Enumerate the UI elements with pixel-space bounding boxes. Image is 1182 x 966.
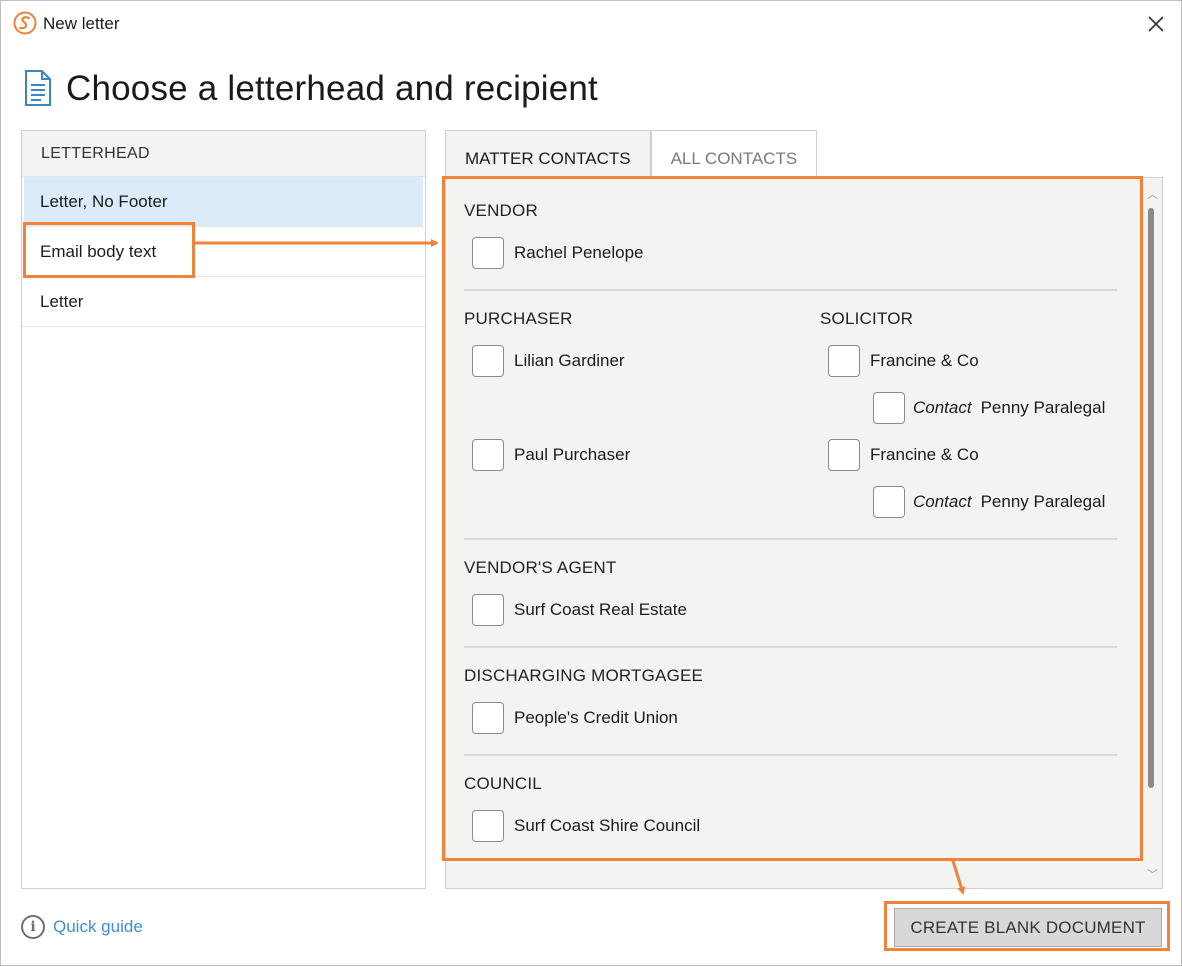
- contact-peoples-credit-union[interactable]: People's Credit Union: [472, 702, 678, 734]
- scroll-down-icon[interactable]: ﹀: [1147, 866, 1158, 882]
- checkbox[interactable]: [828, 345, 860, 377]
- divider: [464, 646, 1117, 648]
- contact-name: Surf Coast Shire Council: [514, 816, 701, 835]
- section-title-discharging-mortgagee: DISCHARGING MORTGAGEE: [464, 666, 704, 685]
- close-button[interactable]: [1141, 9, 1171, 39]
- divider: [464, 538, 1117, 540]
- checkbox[interactable]: [472, 702, 504, 734]
- letterhead-item-email-body-text[interactable]: Email body text: [22, 227, 425, 277]
- contact-label: Contact: [913, 398, 972, 417]
- letterhead-panel: LETTERHEAD Letter, No Footer Email body …: [21, 130, 426, 889]
- contact-name: Francine & Co: [870, 351, 979, 370]
- letterhead-item-letter-no-footer[interactable]: Letter, No Footer: [24, 177, 423, 227]
- section-title-solicitor: SOLICITOR: [820, 309, 914, 328]
- letterhead-item-letter[interactable]: Letter: [22, 277, 425, 327]
- app-logo-icon: [13, 11, 37, 35]
- contact-paul-purchaser[interactable]: Paul Purchaser: [472, 439, 630, 471]
- contact-rachel-penelope[interactable]: Rachel Penelope: [472, 237, 643, 269]
- contact-lilian-gardiner[interactable]: Lilian Gardiner: [472, 345, 625, 377]
- checkbox[interactable]: [472, 237, 504, 269]
- scroll-up-icon[interactable]: ︿: [1147, 186, 1158, 202]
- contact-name: Lilian Gardiner: [514, 351, 625, 370]
- title-bar: New letter: [1, 1, 1181, 47]
- contact-name: Rachel Penelope: [514, 243, 644, 262]
- section-title-vendor: VENDOR: [464, 201, 538, 220]
- new-letter-dialog: New letter Choose a letterhead and recip…: [0, 0, 1182, 966]
- document-icon: [25, 70, 51, 106]
- page-title: Choose a letterhead and recipient: [66, 69, 598, 108]
- contact-label: Contact: [913, 492, 972, 511]
- matter-contacts-panel: ︿ ﹀: [445, 177, 1163, 889]
- contact-penny-paralegal[interactable]: Contact Penny Paralegal: [873, 392, 1105, 424]
- contact-surf-coast-real-estate[interactable]: Surf Coast Real Estate: [472, 594, 687, 626]
- checkbox[interactable]: [873, 392, 905, 424]
- contact-penny-paralegal[interactable]: Contact Penny Paralegal: [873, 486, 1105, 518]
- letterhead-header: LETTERHEAD: [22, 131, 425, 177]
- section-title-purchaser: PURCHASER: [464, 309, 573, 328]
- contact-francine-co[interactable]: Francine & Co: [828, 439, 979, 471]
- quick-guide-link[interactable]: i Quick guide: [21, 915, 143, 939]
- section-title-council: COUNCIL: [464, 774, 542, 793]
- contact-name: Francine & Co: [870, 445, 979, 464]
- window-title: New letter: [43, 14, 120, 33]
- create-blank-document-button[interactable]: CREATE BLANK DOCUMENT: [894, 908, 1162, 947]
- contact-tabs: MATTER CONTACTS ALL CONTACTS: [445, 130, 818, 178]
- checkbox[interactable]: [873, 486, 905, 518]
- section-title-vendors-agent: VENDOR'S AGENT: [464, 558, 617, 577]
- scrollbar-thumb[interactable]: [1148, 208, 1154, 788]
- checkbox[interactable]: [472, 810, 504, 842]
- divider: [464, 289, 1117, 291]
- info-icon: i: [21, 915, 45, 939]
- contact-francine-co[interactable]: Francine & Co: [828, 345, 979, 377]
- tab-all-contacts[interactable]: ALL CONTACTS: [650, 130, 818, 178]
- checkbox[interactable]: [472, 439, 504, 471]
- checkbox[interactable]: [828, 439, 860, 471]
- contact-name: Surf Coast Real Estate: [514, 600, 687, 619]
- contact-surf-coast-shire-council[interactable]: Surf Coast Shire Council: [472, 810, 700, 842]
- contact-name: People's Credit Union: [514, 708, 678, 727]
- contact-name: Penny Paralegal: [980, 398, 1106, 417]
- contact-name: Paul Purchaser: [514, 445, 631, 464]
- scrollbar[interactable]: ︿ ﹀: [1142, 178, 1162, 888]
- quick-guide-label: Quick guide: [53, 917, 143, 936]
- checkbox[interactable]: [472, 594, 504, 626]
- contact-name: Penny Paralegal: [980, 492, 1106, 511]
- tab-matter-contacts[interactable]: MATTER CONTACTS: [445, 130, 651, 178]
- close-icon: [1148, 16, 1164, 32]
- divider: [464, 754, 1117, 756]
- checkbox[interactable]: [472, 345, 504, 377]
